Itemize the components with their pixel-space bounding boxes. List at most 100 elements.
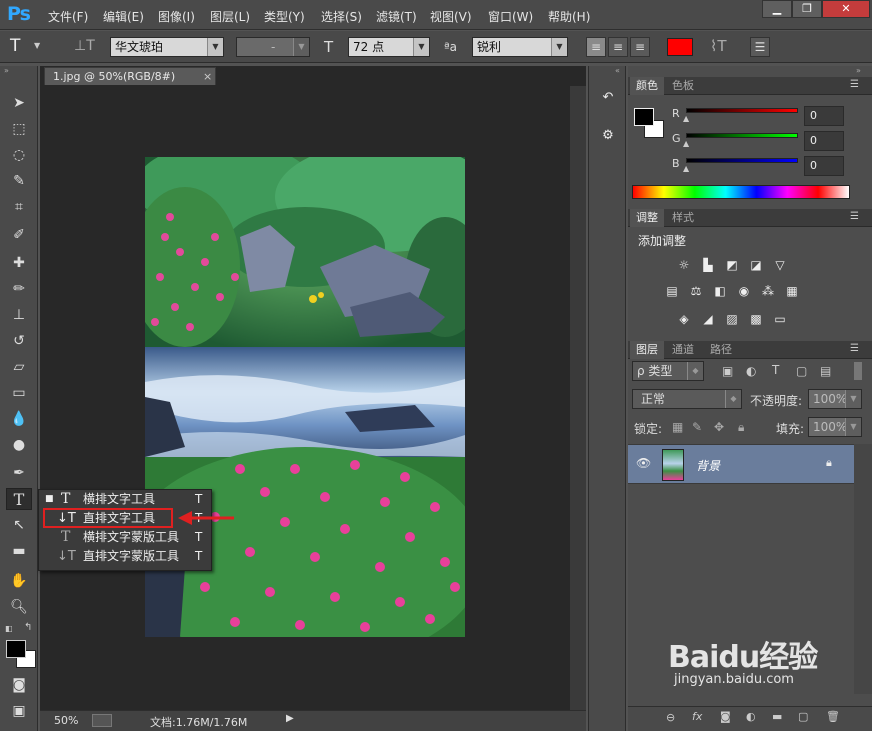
link-layers-icon[interactable]: ⊖ [666,711,675,724]
vibrance-icon[interactable]: ▽ [772,258,788,272]
menu-view[interactable]: 视图(V) [430,8,472,25]
menu-layer[interactable]: 图层(L) [210,8,250,25]
menu-item-horizontal-type-mask[interactable]: T 横排文字蒙版工具 T [39,528,211,547]
screen-mode-icon[interactable]: ▣ [6,700,32,722]
tab-color[interactable]: 颜色 [630,77,664,95]
filter-pixel-icon[interactable]: ▣ [722,364,733,378]
slider-handle-icon[interactable]: ▲ [683,114,689,123]
menu-select[interactable]: 选择(S) [321,8,362,25]
panel-menu-icon[interactable]: ☰ [850,343,859,354]
blue-slider[interactable] [686,158,798,163]
close-tab-icon[interactable]: × [203,68,212,85]
invert-icon[interactable]: ◈ [676,312,692,326]
swap-colors-icon[interactable]: ↰ [24,622,32,633]
foreground-color-swatch[interactable] [6,640,26,658]
blur-tool-icon[interactable]: 💧 [6,408,32,430]
green-slider[interactable] [686,133,798,138]
tab-swatches[interactable]: 色板 [666,77,700,95]
brightness-contrast-icon[interactable]: ☼ [676,258,692,272]
selective-color-icon[interactable]: ▩ [748,312,764,326]
zoom-level[interactable]: 50% [54,714,78,727]
foreground-color-chip[interactable] [634,108,654,126]
photo-filter-icon[interactable]: ◉ [736,284,752,298]
status-icon[interactable] [92,714,112,727]
crop-tool-icon[interactable]: ⌗ [6,196,32,218]
slider-handle-icon[interactable]: ▲ [683,139,689,148]
gradient-map-icon[interactable]: ▭ [772,312,788,326]
clone-stamp-tool-icon[interactable]: ⊥ [6,304,32,326]
lasso-tool-icon[interactable]: ◌ [6,144,32,166]
red-value-input[interactable]: 0 [804,106,844,126]
tab-paths[interactable]: 路径 [704,341,738,359]
menu-help[interactable]: 帮助(H) [548,8,590,25]
hue-saturation-icon[interactable]: ▤ [664,284,680,298]
tab-adjustments[interactable]: 调整 [630,209,664,227]
collapse-arrows-icon[interactable]: » [856,66,861,75]
color-lookup-icon[interactable]: ▦ [784,284,800,298]
type-tool-preset-icon[interactable]: T [10,36,20,56]
visibility-eye-icon[interactable]: 👁︎ [636,456,651,470]
filter-shape-icon[interactable]: ▢ [796,364,807,378]
opacity-input[interactable]: 100% ▼ [808,389,862,409]
channel-mixer-icon[interactable]: ⁂ [760,284,776,298]
restore-button[interactable]: ❐ [792,0,822,18]
healing-brush-tool-icon[interactable]: ✚ [6,252,32,274]
history-brush-tool-icon[interactable]: ↺ [6,330,32,352]
layer-name[interactable]: 背景 [696,457,720,474]
posterize-icon[interactable]: ◢ [700,312,716,326]
collapse-arrows-icon[interactable]: » [4,66,9,75]
pen-tool-icon[interactable]: ✒ [6,462,32,484]
color-spectrum-ramp[interactable] [632,185,850,199]
lock-all-icon[interactable]: 🔒︎ [738,420,744,435]
blue-value-input[interactable]: 0 [804,156,844,176]
blend-mode-select[interactable]: 正常 ◆ [632,389,742,409]
threshold-icon[interactable]: ▨ [724,312,740,326]
new-layer-icon[interactable]: ▢ [798,710,808,723]
font-size-select[interactable]: 72 点 ▼ [348,37,430,57]
hand-tool-icon[interactable]: ✋ [6,570,32,592]
dodge-tool-icon[interactable]: ● [6,434,32,456]
new-adjustment-icon[interactable]: ◐ [746,710,756,723]
anti-alias-select[interactable]: 锐利 ▼ [472,37,568,57]
font-family-select[interactable]: 华文琥珀 ▼ [110,37,224,57]
lock-transparent-icon[interactable]: ▦ [672,420,683,434]
menu-item-horizontal-type[interactable]: ■ T 横排文字工具 T [39,490,211,509]
align-left-button[interactable]: ≡ [586,37,606,57]
quick-select-tool-icon[interactable]: ✎ [6,170,32,192]
rectangle-tool-icon[interactable]: ▬ [6,540,32,562]
menu-window[interactable]: 窗口(W) [488,8,533,25]
layer-row-background[interactable]: 👁︎ 背景 🔒︎ [628,444,854,484]
warp-text-icon[interactable]: ⌇T [710,37,727,55]
black-white-icon[interactable]: ◧ [712,284,728,298]
orientation-toggle-icon[interactable]: ⊥T [74,38,95,56]
layer-lock-icon[interactable]: 🔒︎ [826,456,832,470]
move-tool-icon[interactable]: ➤ [6,92,32,114]
filter-smart-object-icon[interactable]: ▤ [820,364,831,378]
menu-image[interactable]: 图像(I) [158,8,195,25]
type-tool-icon[interactable]: T [6,488,32,510]
filter-type-icon[interactable]: T [772,363,779,377]
menu-type[interactable]: 类型(Y) [264,8,305,25]
marquee-tool-icon[interactable]: ⬚ [6,118,32,140]
zoom-tool-icon[interactable]: 🔍︎ [6,596,32,618]
align-right-button[interactable]: ≡ [630,37,650,57]
path-selection-tool-icon[interactable]: ↖ [6,514,32,536]
align-center-button[interactable]: ≡ [608,37,628,57]
delete-layer-icon[interactable]: 🗑︎ [826,710,840,723]
gradient-tool-icon[interactable]: ▭ [6,382,32,404]
expand-arrows-icon[interactable]: « [615,66,620,75]
text-color-swatch[interactable] [667,38,693,56]
preset-chevron-icon[interactable]: ▼ [34,41,40,50]
brush-tool-icon[interactable]: ✏ [6,278,32,300]
color-balance-icon[interactable]: ⚖ [688,284,704,298]
document-tab[interactable]: 1.jpg @ 50%(RGB/8#) × [44,67,216,85]
levels-icon[interactable]: ▙ [700,258,716,272]
add-mask-icon[interactable]: ◙ [720,710,731,723]
slider-handle-icon[interactable]: ▲ [683,164,689,173]
tab-channels[interactable]: 通道 [666,341,700,359]
new-group-icon[interactable]: ▬ [772,710,782,723]
panel-menu-icon[interactable]: ☰ [850,79,859,90]
layer-style-icon[interactable]: fx [692,710,702,723]
exposure-icon[interactable]: ◪ [748,258,764,272]
panel-menu-icon[interactable]: ☰ [850,211,859,222]
